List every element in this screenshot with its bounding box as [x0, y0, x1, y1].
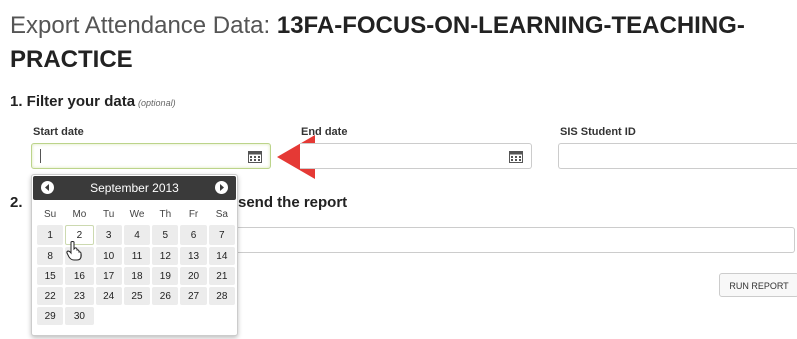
calendar-icon[interactable]: [248, 150, 262, 163]
sis-student-id-input[interactable]: [558, 143, 797, 169]
course-name: 13FA-FOCUS-ON-LEARNING-TEACHING-: [276, 12, 745, 39]
weekday-header: Mo: [72, 208, 87, 220]
calendar-day[interactable]: 16: [65, 267, 94, 285]
calendar-day[interactable]: 14: [208, 247, 235, 265]
calendar-day[interactable]: 3: [95, 225, 122, 245]
datepicker-popup: September 2013 SuMoTuWeThFrSa 1234567891…: [31, 174, 238, 336]
step2-number: 2.: [10, 194, 23, 211]
calendar-icon[interactable]: [509, 150, 523, 163]
calendar-week: 22 23 24 25 26 27 28: [37, 287, 235, 305]
step2-heading: send the report: [238, 194, 348, 211]
datepicker-month: September 2013: [90, 181, 179, 195]
calendar-day[interactable]: 7: [208, 225, 235, 245]
calendar-empty-cell: [152, 307, 178, 325]
text-cursor: [40, 149, 41, 163]
sis-student-id-label: SIS Student ID: [560, 126, 636, 138]
calendar-empty-cell: [180, 307, 206, 325]
start-date-label: Start date: [33, 126, 84, 138]
calendar-day[interactable]: 22: [37, 287, 64, 305]
calendar-day[interactable]: 24: [95, 287, 122, 305]
calendar-empty-cell: [96, 307, 122, 325]
calendar-day[interactable]: 6: [180, 225, 207, 245]
chevron-right-icon: [220, 184, 224, 191]
step1-heading-text: 1. Filter your data: [10, 93, 136, 110]
calendar-empty-cell: [209, 307, 235, 325]
step1-heading: 1. Filter your data (optional): [10, 93, 176, 110]
calendar-day[interactable]: 12: [152, 247, 179, 265]
calendar-empty-cell: [124, 307, 150, 325]
calendar-day[interactable]: 29: [37, 307, 64, 325]
weekday-header: Su: [44, 208, 57, 220]
page-title: Export Attendance Data: 13FA-FOCUS-ON-LE…: [10, 10, 797, 41]
calendar-day[interactable]: 15: [37, 267, 64, 285]
calendar-day[interactable]: 28: [208, 287, 235, 305]
calendar-day[interactable]: 4: [123, 225, 151, 245]
weekday-header: Th: [159, 208, 172, 220]
weekday-header: Tu: [103, 208, 115, 220]
calendar-day[interactable]: 5: [152, 225, 179, 245]
calendar-day[interactable]: 13: [180, 247, 207, 265]
weekday-header: Sa: [215, 208, 228, 220]
calendar-day[interactable]: 30: [65, 307, 94, 325]
weekday-header: Fr: [188, 208, 199, 220]
calendar-day[interactable]: 11: [123, 247, 151, 265]
calendar-day[interactable]: 21: [208, 267, 235, 285]
calendar-day[interactable]: 23: [65, 287, 94, 305]
optional-note: (optional): [138, 98, 176, 108]
calendar-day[interactable]: 20: [180, 267, 207, 285]
calendar-day[interactable]: 1: [37, 225, 64, 245]
course-name-continued: PRACTICE: [10, 46, 133, 73]
calendar-day[interactable]: 17: [95, 267, 122, 285]
calendar-day[interactable]: 8: [37, 247, 64, 265]
calendar-week: 15 16 17 18 19 20 21: [37, 267, 235, 285]
run-report-button[interactable]: RUN REPORT: [719, 273, 797, 297]
calendar-grid: SuMoTuWeThFrSa 1234567891011121314151617…: [35, 203, 237, 327]
weekday-header: We: [129, 208, 145, 220]
calendar-day[interactable]: 27: [180, 287, 207, 305]
start-date-input[interactable]: [31, 143, 271, 169]
end-date-label: End date: [301, 126, 348, 138]
datepicker-header: September 2013: [33, 176, 236, 200]
title-label: Export Attendance Data:: [10, 12, 271, 39]
calendar-day[interactable]: 26: [152, 287, 179, 305]
calendar-week: 29 30: [37, 307, 235, 325]
next-month-button[interactable]: [215, 181, 228, 194]
calendar-day[interactable]: 18: [123, 267, 151, 285]
end-date-input[interactable]: [300, 143, 532, 169]
calendar-day[interactable]: 10: [95, 247, 122, 265]
hand-pointer-cursor: [66, 241, 82, 261]
calendar-day[interactable]: 25: [123, 287, 151, 305]
calendar-day[interactable]: 19: [152, 267, 179, 285]
